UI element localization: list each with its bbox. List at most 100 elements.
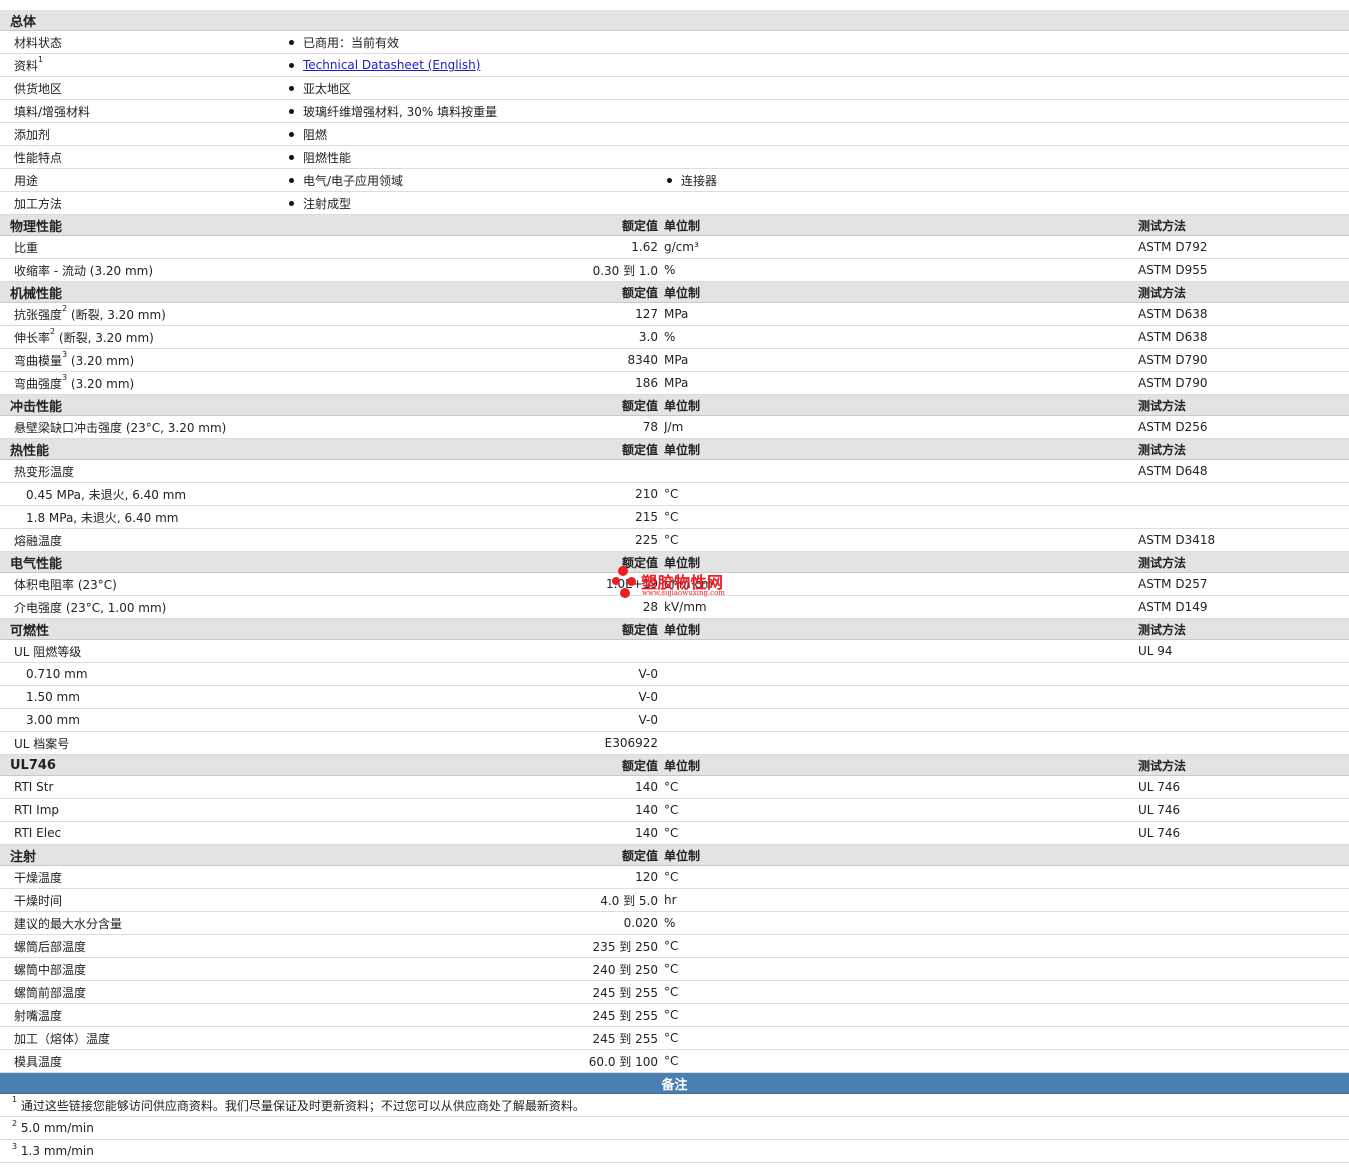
property-row: 抗张强度2 (断裂, 3.20 mm) 127 MPa ASTM D638: [0, 302, 1349, 326]
property-row: 弯曲强度3 (3.20 mm) 186 MPa ASTM D790: [0, 371, 1349, 395]
property-label: 干燥温度: [0, 865, 286, 889]
row-label: 材料状态: [0, 30, 286, 54]
property-label: 收缩率 - 流动 (3.20 mm): [0, 258, 286, 282]
property-label-text: 0.45 MPa, 未退火, 6.40 mm: [26, 487, 187, 502]
test-method: [1138, 1049, 1349, 1073]
section-header: 注射 额定值 单位制: [0, 844, 1349, 866]
note-text: 1.3 mm/min: [20, 1144, 94, 1158]
header-unit: 单位制: [664, 844, 856, 866]
row-spacer: [856, 911, 1138, 935]
property-row: 3.00 mm V-0: [0, 708, 1349, 732]
property-value: 140: [286, 775, 664, 799]
section-title: 可燃性: [0, 618, 286, 640]
property-unit: °C: [664, 798, 856, 822]
bullet-cell: 连接器: [664, 168, 1349, 192]
section-header: 物理性能 额定值 单位制 测试方法: [0, 214, 1349, 236]
property-label-text: 螺筒前部温度: [14, 985, 87, 1000]
test-method: ASTM D638: [1138, 302, 1349, 326]
property-value: 0.30 到 1.0: [286, 258, 664, 282]
test-method: UL 94: [1138, 639, 1349, 663]
property-label-text: UL 阻燃等级: [14, 644, 82, 659]
property-label-text: 螺筒后部温度: [14, 939, 87, 954]
section-header: 冲击性能 额定值 单位制 测试方法: [0, 394, 1349, 416]
row-label: 性能特点: [0, 145, 286, 169]
property-label-text: 伸长率: [14, 330, 51, 345]
row-spacer: [856, 1003, 1138, 1027]
bullet-cell: 已商用：当前有效: [286, 30, 1349, 54]
property-label-text: 1.8 MPa, 未退火, 6.40 mm: [26, 510, 179, 525]
property-value: 140: [286, 798, 664, 822]
row-label: 加工方法: [0, 191, 286, 215]
row-spacer: [856, 639, 1138, 663]
property-row: 悬壁梁缺口冲击强度 (23°C, 3.20 mm) 78 J/m ASTM D256: [0, 415, 1349, 439]
property-value: 78: [286, 415, 664, 439]
row-spacer: [856, 528, 1138, 552]
header-unit: 单位制: [664, 394, 856, 416]
property-row: 螺筒后部温度 235 到 250 °C: [0, 934, 1349, 958]
row-spacer: [856, 798, 1138, 822]
property-label-text: 模具温度: [14, 1054, 63, 1069]
property-value: 210: [286, 482, 664, 506]
property-value: 127: [286, 302, 664, 326]
property-value: [286, 459, 664, 483]
property-row: 熔融温度 225 °C ASTM D3418: [0, 528, 1349, 552]
property-label: 加工（熔体）温度: [0, 1026, 286, 1050]
row-spacer: [856, 662, 1138, 686]
technical-datasheet-link[interactable]: Technical Datasheet (English): [303, 58, 480, 72]
test-method: ASTM D790: [1138, 371, 1349, 395]
property-label: 1.50 mm: [0, 685, 286, 709]
bullet-icon: [289, 132, 294, 137]
test-method: [1138, 865, 1349, 889]
bullet-cell: Technical Datasheet (English): [286, 53, 1349, 77]
property-value: 1.62: [286, 235, 664, 259]
note-text: 5.0 mm/min: [20, 1121, 94, 1135]
property-unit: °C: [664, 505, 856, 529]
note-cell: 1 通过这些链接您能够访问供应商资料。我们尽量保证及时更新资料；不过您可以从供应…: [0, 1093, 1349, 1117]
property-value: 215: [286, 505, 664, 529]
note-cell: 2 5.0 mm/min: [0, 1116, 1349, 1140]
property-value: 8340: [286, 348, 664, 372]
note-cell: 3 1.3 mm/min: [0, 1139, 1349, 1163]
property-value: 120: [286, 865, 664, 889]
row-spacer: [856, 731, 1138, 755]
test-method: [1138, 1003, 1349, 1027]
property-unit: [664, 662, 856, 686]
header-spacer: [856, 551, 1138, 573]
row-spacer: [856, 1049, 1138, 1073]
note-text: 通过这些链接您能够访问供应商资料。我们尽量保证及时更新资料；不过您可以从供应商处…: [20, 1098, 585, 1113]
property-unit: MPa: [664, 371, 856, 395]
property-label: 射嘴温度: [0, 1003, 286, 1027]
test-method: [1138, 980, 1349, 1004]
row-spacer: [856, 775, 1138, 799]
property-row: 收缩率 - 流动 (3.20 mm) 0.30 到 1.0% ASTM D955: [0, 258, 1349, 282]
section-header: UL746 额定值 单位制 测试方法: [0, 754, 1349, 776]
test-method: [1138, 685, 1349, 709]
property-value: 186: [286, 371, 664, 395]
footnote-ref: 3: [62, 372, 68, 382]
section-header: 可燃性 额定值 单位制 测试方法: [0, 618, 1349, 640]
bullet-cell: 玻璃纤维增强材料, 30% 填料按重量: [286, 99, 1349, 123]
row-label: 用途: [0, 168, 286, 192]
property-row: 0.45 MPa, 未退火, 6.40 mm 210 °C: [0, 482, 1349, 506]
header-method: 测试方法: [1138, 394, 1349, 416]
property-label: 螺筒中部温度: [0, 957, 286, 981]
test-method: ASTM D257: [1138, 572, 1349, 596]
row-spacer: [856, 415, 1138, 439]
property-label: UL 阻燃等级: [0, 639, 286, 663]
row-spacer: [856, 934, 1138, 958]
section-title: 机械性能: [0, 281, 286, 303]
header-spacer: [856, 438, 1138, 460]
test-method: UL 746: [1138, 821, 1349, 845]
property-label-text: 弯曲模量: [14, 353, 63, 368]
bullet-text: 阻燃: [303, 127, 328, 142]
test-method: ASTM D792: [1138, 235, 1349, 259]
bullet-cell: 阻燃: [286, 122, 1349, 146]
row-spacer: [856, 865, 1138, 889]
test-method: ASTM D3418: [1138, 528, 1349, 552]
row-label-text: 添加剂: [14, 127, 51, 142]
bullet-icon: [289, 86, 294, 91]
property-label: 热变形温度: [0, 459, 286, 483]
property-value: 28: [286, 595, 664, 619]
property-row: 螺筒中部温度 240 到 250 °C: [0, 957, 1349, 981]
note-row: 1 通过这些链接您能够访问供应商资料。我们尽量保证及时更新资料；不过您可以从供应…: [0, 1093, 1349, 1117]
